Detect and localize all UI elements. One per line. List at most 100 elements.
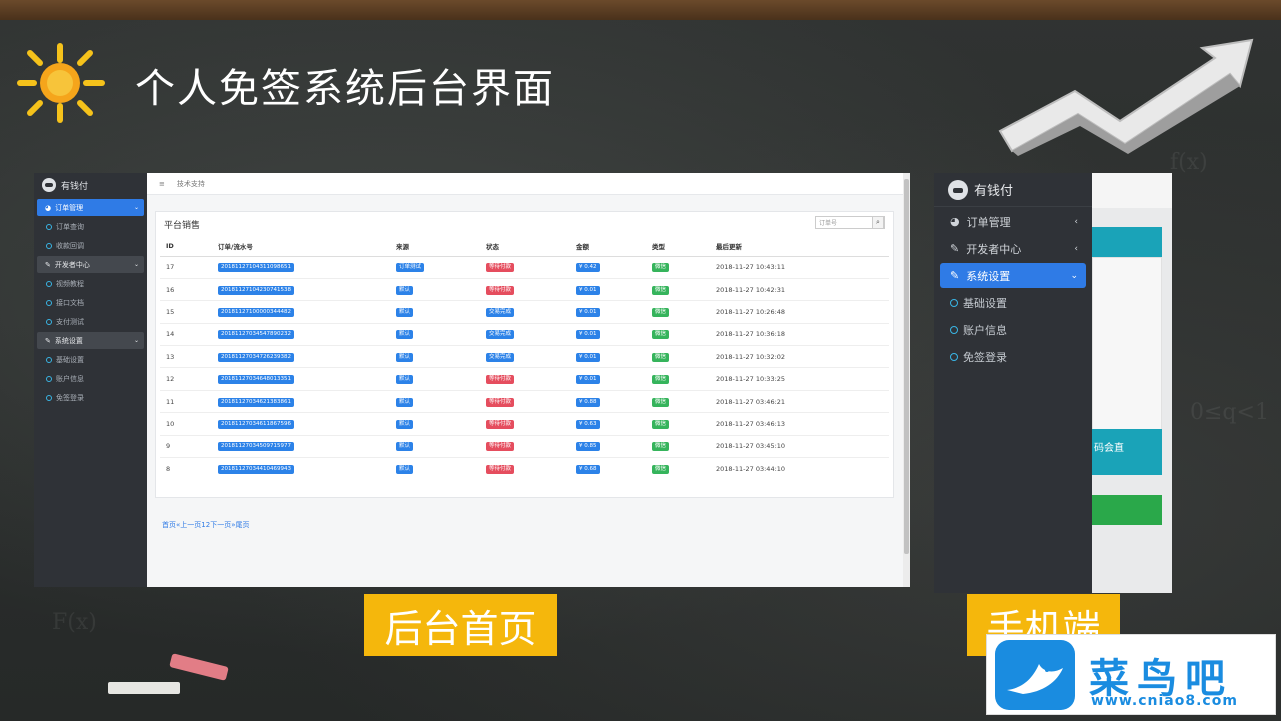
- table-cell-status: 交易完成: [480, 345, 570, 368]
- table-cell-amount: ¥ 0.01: [570, 277, 646, 301]
- scrollbar[interactable]: [903, 173, 910, 587]
- column-header: ID: [160, 236, 212, 257]
- table-cell-status: 等待付款: [480, 389, 570, 413]
- circle-icon: [46, 299, 52, 306]
- table-row[interactable]: 9 20181127034509715977 默认 等待付款 ¥ 0.85 微信 2018-…: [160, 434, 889, 458]
- id-text: 13: [166, 352, 175, 361]
- table-row[interactable]: 11 20181127034621383861 默认 等待付款 ¥ 0.88 微信 2018…: [160, 389, 889, 413]
- type-badge: 微信: [652, 419, 670, 429]
- scrollbar-thumb[interactable]: [904, 179, 909, 554]
- status-badge: 等待付款: [486, 419, 515, 429]
- column-header: 来源: [390, 236, 480, 257]
- table-cell-order: 20181127034648013351: [212, 367, 390, 391]
- sidebar-sub-basic-settings[interactable]: 基础设置: [37, 351, 144, 368]
- status-badge: 等待付款: [486, 263, 515, 273]
- amount-badge: ¥ 0.42: [576, 263, 600, 273]
- brand[interactable]: 有钱付: [34, 173, 147, 197]
- sidebar-sub-order-query[interactable]: 订单查询: [37, 218, 144, 235]
- table-row[interactable]: 13 20181127034726239382 默认 交易完成 ¥ 0.01 微信 2018…: [160, 345, 889, 368]
- sidebar-sub-account-info[interactable]: 账户信息: [37, 370, 144, 387]
- table-cell-amount: ¥ 0.68: [570, 457, 646, 480]
- table-cell-type: 微信: [646, 300, 710, 324]
- table-row[interactable]: 12 20181127034648013351 默认 等待付款 ¥ 0.01 微信 2018…: [160, 367, 889, 391]
- type-badge: 微信: [652, 307, 670, 317]
- table-cell-type: 微信: [646, 345, 710, 368]
- table-cell-id: 14: [160, 322, 212, 346]
- table-cell-id: 17: [160, 255, 212, 279]
- table-row[interactable]: 15 20181127100000344482 默认 交易完成 ¥ 0.01 微信 2018…: [160, 300, 889, 324]
- search-icon[interactable]: ⌕: [872, 216, 884, 229]
- sidebar-sub-video[interactable]: 视频教程: [37, 275, 144, 292]
- table-cell-updated: 2018-11-27 10:26:48: [710, 300, 889, 324]
- table-cell-order: 20181127100000344482: [212, 300, 390, 324]
- circle-icon: [46, 375, 52, 382]
- table-cell-order: 20181127034509715977: [212, 434, 390, 458]
- type-badge: 微信: [652, 263, 670, 273]
- sidebar-sub-basic-settings[interactable]: 基础设置: [940, 290, 1086, 315]
- table-cell-order: 20181127104311098651: [212, 255, 390, 279]
- sidebar-item-orders[interactable]: ◕ 订单管理 ‹: [940, 209, 1086, 234]
- chevron-down-icon: ⌄: [133, 261, 139, 268]
- table-row[interactable]: 10 20181127034611867596 默认 等待付款 ¥ 0.63 微信 2018…: [160, 412, 889, 436]
- table-cell-updated: 2018-11-27 10:36:18: [710, 322, 889, 346]
- table-cell-amount: ¥ 0.01: [570, 367, 646, 391]
- caption-admin: 后台首页: [364, 594, 557, 656]
- table-cell-updated: 2018-11-27 10:43:11: [710, 255, 889, 279]
- sidebar-sub-free-login[interactable]: 免签登录: [37, 389, 144, 406]
- order-badge: 20181127034611867596: [218, 419, 294, 429]
- table-cell-type: 微信: [646, 255, 710, 279]
- table-row[interactable]: 14 20181127034547890232 默认 交易完成 ¥ 0.01 微信 2018…: [160, 322, 889, 346]
- chalk-stick: [108, 682, 180, 694]
- circle-icon: [46, 223, 52, 230]
- source-badge: 默认: [396, 375, 414, 385]
- sidebar-sub-api-docs[interactable]: 接口文档: [37, 294, 144, 311]
- amount-badge: ¥ 0.01: [576, 375, 600, 385]
- table-row[interactable]: 8 20181127034410469943 默认 等待付款 ¥ 0.68 微信 2018-…: [160, 457, 889, 480]
- edit-icon: ✎: [45, 336, 51, 345]
- action-card[interactable]: [1092, 495, 1162, 525]
- table-cell-status: 等待付款: [480, 255, 570, 279]
- watermark-logo: 菜鸟吧 www.cniao8.com: [986, 634, 1276, 715]
- table-cell-source: 默认: [390, 322, 480, 346]
- chalk-doodle: F(x): [52, 610, 97, 635]
- source-badge: 默认: [396, 464, 414, 474]
- sidebar-sub-free-login[interactable]: 免签登录: [940, 344, 1086, 369]
- amount-badge: ¥ 0.01: [576, 352, 600, 362]
- sidebar-sub-callback[interactable]: 收款回调: [37, 237, 144, 254]
- table-row[interactable]: 16 20181127104230741538 默认 等待付款 ¥ 0.01 微信 2018…: [160, 277, 889, 301]
- table-cell-type: 微信: [646, 367, 710, 391]
- sidebar-item-orders[interactable]: ◕ 订单管理 ⌄: [37, 199, 144, 216]
- edit-icon: ✎: [45, 260, 51, 269]
- table-cell-updated: 2018-11-27 03:45:10: [710, 434, 889, 458]
- table-cell-source: 默认: [390, 412, 480, 436]
- id-text: 17: [166, 263, 175, 272]
- type-badge: 微信: [652, 397, 670, 407]
- admin-sidebar: 有钱付 ◕ 订单管理 ⌄ 订单查询 收款回调 ✎ 开发者中心 ⌄ 视频教程 接口文档 支…: [34, 173, 147, 587]
- table-cell-amount: ¥ 0.63: [570, 412, 646, 436]
- table-cell-type: 微信: [646, 389, 710, 413]
- menu-toggle-icon[interactable]: ≡: [159, 180, 165, 188]
- circle-icon: [46, 280, 52, 287]
- table-cell-amount: ¥ 0.01: [570, 322, 646, 346]
- pagination[interactable]: 首页«上一页12下一页»尾页: [162, 520, 249, 530]
- mobile-topbar: [1092, 173, 1172, 208]
- table-cell-id: 11: [160, 389, 212, 413]
- order-badge: 20181127100000344482: [218, 307, 294, 317]
- table-row[interactable]: 17 20181127104311098651 订单测试 等待付款 ¥ 0.42 微信 20…: [160, 255, 889, 279]
- sidebar-item-settings[interactable]: ✎ 系统设置 ⌄: [940, 263, 1086, 288]
- amount-badge: ¥ 0.68: [576, 464, 600, 474]
- table-cell-amount: ¥ 0.42: [570, 255, 646, 279]
- brand[interactable]: 有钱付: [934, 173, 1092, 207]
- table-cell-status: 等待付款: [480, 367, 570, 391]
- circle-icon: [950, 352, 958, 361]
- sidebar-item-developer[interactable]: ✎ 开发者中心 ‹: [940, 236, 1086, 261]
- table-cell-order: 20181127034547890232: [212, 322, 390, 346]
- sidebar-sub-account-info[interactable]: 账户信息: [940, 317, 1086, 342]
- sidebar-item-settings[interactable]: ✎ 系统设置 ⌄: [37, 332, 144, 349]
- order-search-input[interactable]: 订单号 ⌕: [815, 216, 885, 229]
- watermark-url: www.cniao8.com: [1091, 693, 1238, 709]
- tech-support-link[interactable]: 技术支持: [177, 179, 205, 189]
- sidebar-sub-payment-test[interactable]: 支付测试: [37, 313, 144, 330]
- sidebar-item-developer[interactable]: ✎ 开发者中心 ⌄: [37, 256, 144, 273]
- type-badge: 微信: [652, 352, 670, 362]
